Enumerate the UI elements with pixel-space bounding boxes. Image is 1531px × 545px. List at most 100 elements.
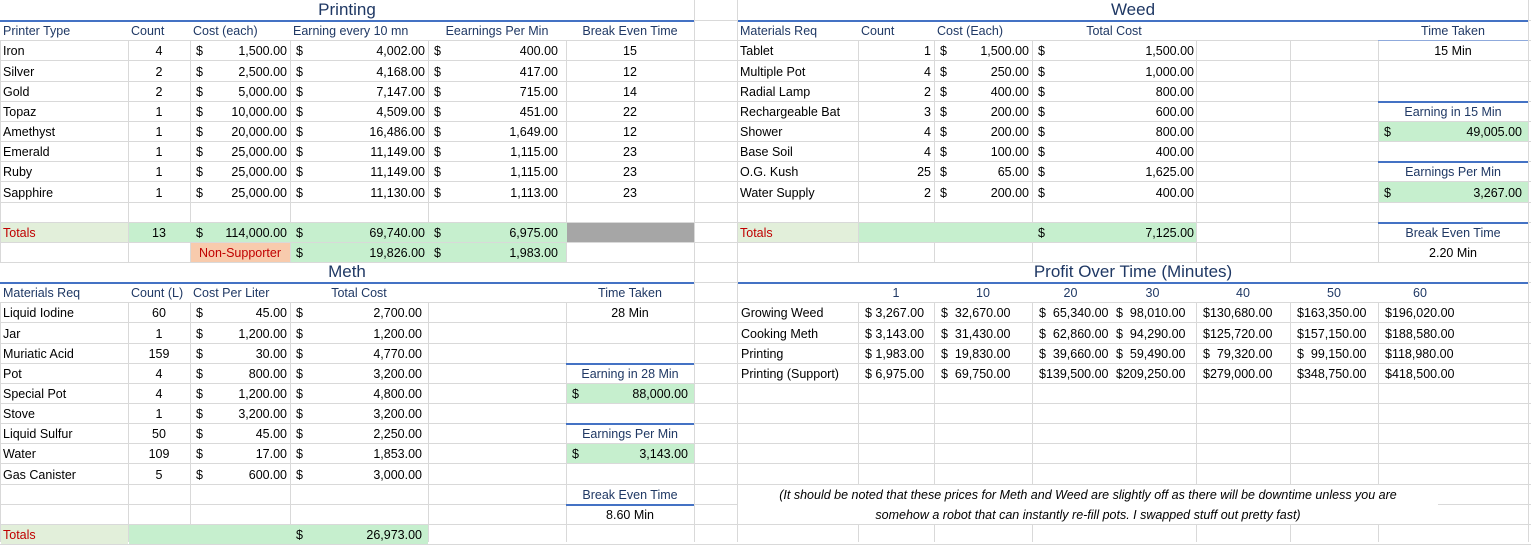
gridline-horizontal (0, 343, 1531, 344)
meth-total: 3,200.00 (373, 407, 422, 421)
weed-count: 4 (924, 125, 931, 139)
weed-cost: 250.00 (990, 65, 1029, 79)
meth-col-header-cost: Cost Per Liter (193, 286, 270, 300)
profit-value: $ 98,010.00 (1116, 306, 1186, 320)
weed-total: 400.00 (1155, 145, 1194, 159)
weed-total: 1,625.00 (1145, 165, 1194, 179)
meth-count: 4 (155, 367, 163, 381)
profit-value: $196,020.00 (1385, 306, 1455, 320)
gridline-horizontal (0, 202, 1531, 203)
printer-count: 2 (155, 85, 163, 99)
printer-count: 1 (155, 105, 163, 119)
meth-time-taken-label: Time Taken (598, 286, 662, 300)
weed-break-label: Break Even Time (1405, 226, 1501, 240)
printer-epm: 1,649.00 (509, 125, 558, 139)
printer-break-even: 15 (623, 44, 637, 58)
profit-row-label: Cooking Meth (741, 327, 819, 341)
meth-epm-rule (566, 423, 694, 425)
weed-cost: 200.00 (990, 105, 1029, 119)
gridline-horizontal (0, 181, 1531, 182)
meth-count: 109 (148, 447, 170, 461)
gridline-horizontal (0, 141, 1531, 142)
printer-cost: 25,000.00 (231, 145, 287, 159)
printer-break-even: 23 (623, 165, 637, 179)
profit-value: $ 39,660.00 (1039, 347, 1109, 361)
printer-type: Silver (3, 65, 35, 79)
profit-col-header: 30 (1145, 286, 1160, 300)
printer-break-even: 23 (623, 186, 637, 200)
meth-cost: 800.00 (248, 367, 287, 381)
printer-earning-10mn: 11,149.00 (370, 165, 425, 179)
weed-earning-label: Earning in 15 Min (1404, 105, 1502, 119)
meth-total: 1,853.00 (373, 447, 422, 461)
meth-col-header-materials: Materials Req (3, 286, 81, 300)
printer-earning-10mn: 7,147.00 (376, 85, 425, 99)
profit-header-rule (738, 282, 1528, 284)
printer-break-even: 12 (623, 125, 637, 139)
meth-total: 4,800.00 (373, 387, 422, 401)
meth-count: 5 (155, 468, 163, 482)
printer-epm: 400.00 (519, 44, 558, 58)
meth-header-rule (0, 282, 694, 284)
printer-earning-10mn: 11,130.00 (370, 186, 425, 200)
weed-cost: 65.00 (997, 165, 1029, 179)
weed-col-header-cost: Cost (Each) (937, 24, 1003, 38)
col-header-epm: Eearnings Per Min (445, 24, 549, 38)
printer-count: 1 (155, 165, 163, 179)
weed-break-rule (1378, 222, 1528, 224)
printer-count: 1 (155, 186, 163, 200)
weed-time-taken-label: Time Taken (1421, 24, 1485, 38)
weed-material: Water Supply (740, 186, 815, 200)
meth-totals-label: Totals (3, 528, 36, 542)
printer-break-even: 12 (623, 65, 637, 79)
printer-earning-10mn: 16,486.00 (369, 125, 425, 139)
gridline-horizontal (0, 463, 1531, 464)
printer-cost: 25,000.00 (231, 165, 287, 179)
profit-value: $ 62,860.00 (1039, 327, 1109, 341)
printer-break-even: 14 (623, 85, 637, 99)
weed-total: 800.00 (1155, 85, 1194, 99)
weed-earning-rule (1378, 101, 1528, 103)
meth-cost: 30.00 (255, 347, 287, 361)
printing-totals-count: 13 (152, 226, 166, 240)
weed-cost: 400.00 (990, 85, 1029, 99)
meth-total: 2,250.00 (373, 427, 422, 441)
meth-time-taken: 28 Min (611, 306, 649, 320)
gridline-horizontal (0, 101, 1531, 102)
break-even-gray-cell (567, 223, 694, 242)
weed-count: 1 (924, 44, 931, 58)
printing-totals-cost: 114,000.00 (225, 226, 287, 240)
profit-value: $ 3,267.00 (865, 306, 925, 320)
profit-value: $139,500.00 (1039, 367, 1109, 381)
weed-header-rule (738, 20, 1528, 22)
col-header-earning-10mn: Earning every 10 mn (293, 24, 409, 38)
printer-cost: 25,000.00 (231, 186, 287, 200)
meth-material: Special Pot (3, 387, 67, 401)
weed-totals-label: Totals (740, 226, 773, 240)
meth-cost: 45.00 (255, 306, 287, 320)
meth-total: 3,200.00 (373, 367, 422, 381)
weed-material: Rechargeable Bat (740, 105, 841, 119)
printing-totals-epm: 6,975.00 (509, 226, 558, 240)
meth-count: 4 (155, 387, 163, 401)
weed-material: Radial Lamp (740, 85, 811, 99)
gridline-horizontal (0, 443, 1531, 444)
weed-material: Base Soil (740, 145, 793, 159)
profit-row-label: Growing Weed (741, 306, 824, 320)
meth-earning: 88,000.00 (632, 387, 688, 401)
printer-count: 1 (155, 125, 163, 139)
printer-count: 4 (155, 44, 163, 58)
printer-earning-10mn: 4,002.00 (376, 44, 425, 58)
meth-material: Muriatic Acid (3, 347, 74, 361)
profit-col-header: 60 (1413, 286, 1427, 300)
non-supporter-earn10: 19,826.00 (369, 246, 425, 260)
profit-value: $ 94,290.00 (1116, 327, 1186, 341)
col-header-cost: Cost (each) (193, 24, 258, 38)
meth-material: Water (3, 447, 36, 461)
gridline-horizontal (0, 363, 1531, 364)
weed-count: 3 (924, 105, 931, 119)
printer-cost: 2,500.00 (238, 65, 287, 79)
printer-epm: 1,115.00 (510, 165, 558, 179)
profit-col-header: 50 (1327, 286, 1341, 300)
printer-break-even: 23 (623, 145, 637, 159)
